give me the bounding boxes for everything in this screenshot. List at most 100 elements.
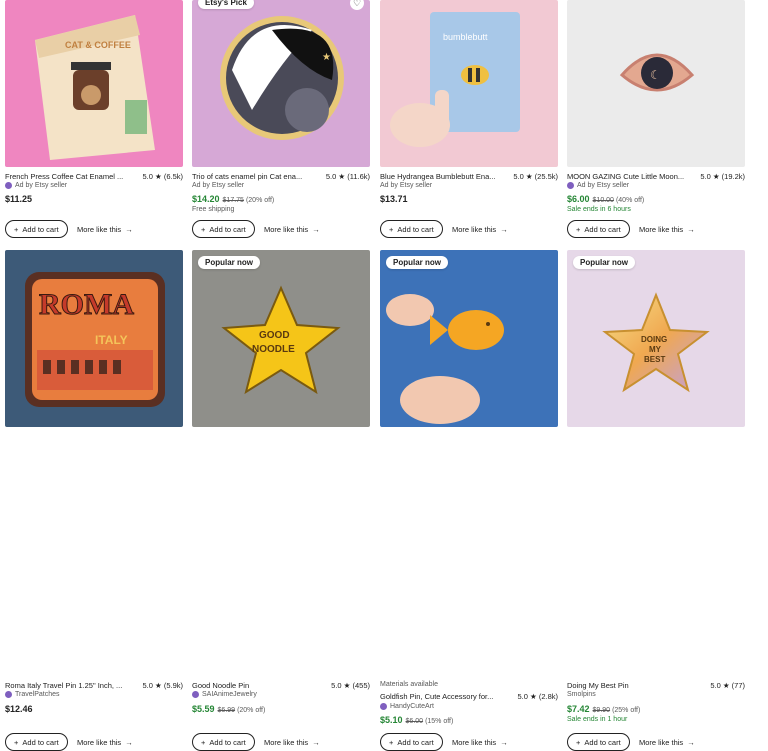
plus-icon: + <box>14 224 19 234</box>
product-image-graphic: CAT & COFFEE <box>35 15 155 160</box>
product-image[interactable]: CAT & COFFEE <box>5 0 183 167</box>
add-to-cart-button[interactable]: + Add to cart <box>192 220 255 238</box>
sale-ends-note: Sale ends in 6 hours <box>567 206 631 213</box>
product-image[interactable]: ROMA ITALY <box>5 250 183 427</box>
product-image[interactable]: Popular now <box>380 250 558 427</box>
product-image[interactable]: bumblebutt <box>380 0 558 167</box>
product-title[interactable]: Trio of cats enamel pin Cat ena... <box>192 172 302 181</box>
product-title[interactable]: Good Noodle Pin <box>192 681 249 690</box>
seller-line: Ad by Etsy seller <box>5 182 67 189</box>
rating: 5.0 ★ (11.6k) <box>325 172 370 181</box>
add-to-cart-label: Add to cart <box>22 224 59 234</box>
add-to-cart-button[interactable]: + Add to cart <box>192 733 255 751</box>
product-title[interactable]: French Press Coffee Cat Enamel ... <box>5 172 123 181</box>
product-title[interactable]: Goldfish Pin, Cute Accessory for... <box>380 692 493 701</box>
title-row: Goldfish Pin, Cute Accessory for... 5.0 … <box>380 692 558 701</box>
arrow-right-icon: → <box>500 225 508 234</box>
plus-icon: + <box>201 224 206 234</box>
product-image-graphic: ★ <box>220 16 344 140</box>
seller-name: SAIAnimeJewelry <box>202 691 257 698</box>
discount: (25% off) <box>612 707 641 714</box>
add-to-cart-label: Add to cart <box>22 737 59 747</box>
price-line: $5.10 $6.00 (15% off) <box>380 715 453 725</box>
sale-price: $6.00 <box>567 194 590 204</box>
more-like-this-label: More like this <box>264 225 309 234</box>
more-like-this-link[interactable]: More like this → <box>452 225 508 234</box>
image-caption: GOOD <box>259 330 290 341</box>
add-to-cart-label: Add to cart <box>584 737 621 747</box>
product-image-graphic: bumblebutt <box>390 12 520 147</box>
popular-now-badge: Popular now <box>573 256 635 269</box>
star-seller-icon <box>380 703 387 710</box>
more-like-this-link[interactable]: More like this → <box>452 738 508 747</box>
seller-name: Ad by Etsy seller <box>577 182 630 189</box>
image-caption-2: ITALY <box>95 333 128 347</box>
add-to-cart-label: Add to cart <box>584 224 621 234</box>
product-image-graphic: ROMA ITALY <box>25 272 165 407</box>
rating: 5.0 ★ (2.8k) <box>517 692 559 701</box>
more-like-this-link[interactable]: More like this → <box>264 225 320 234</box>
product-title[interactable]: Blue Hydrangea Bumblebutt Ena... <box>380 172 496 181</box>
product-image[interactable]: GOOD NOODLE Popular now <box>192 250 370 427</box>
product-image[interactable]: ★ Etsy's Pick ♡ <box>192 0 370 167</box>
add-to-cart-button[interactable]: + Add to cart <box>380 733 443 751</box>
rating: 5.0 ★ (455) <box>331 681 370 690</box>
seller-line: TravelPatches <box>5 691 59 698</box>
more-like-this-label: More like this <box>639 738 684 747</box>
more-like-this-label: More like this <box>77 225 122 234</box>
original-price: $6.99 <box>217 707 236 714</box>
price-line: $5.59 $6.99 (20% off) <box>192 704 265 714</box>
star-seller-icon <box>5 691 12 698</box>
title-row: Blue Hydrangea Bumblebutt Ena... 5.0 ★ (… <box>380 172 558 181</box>
product-image-graphic: GOOD NOODLE <box>221 285 341 395</box>
original-price: $6.00 <box>405 718 424 725</box>
sale-price: $5.10 <box>380 715 403 725</box>
star-seller-icon <box>192 691 199 698</box>
more-like-this-link[interactable]: More like this → <box>264 738 320 747</box>
seller-name: Ad by Etsy seller <box>15 182 68 189</box>
discount: (20% off) <box>237 707 266 714</box>
product-title[interactable]: Doing My Best Pin <box>567 681 629 690</box>
arrow-right-icon: → <box>500 738 508 747</box>
more-like-this-link[interactable]: More like this → <box>639 738 695 747</box>
discount: (40% off) <box>615 197 645 204</box>
add-to-cart-label: Add to cart <box>397 224 434 234</box>
price: $12.46 <box>5 704 33 714</box>
seller-line: SAIAnimeJewelry <box>192 691 257 698</box>
add-to-cart-button[interactable]: + Add to cart <box>5 220 68 238</box>
rating: 5.0 ★ (5.9k) <box>142 681 184 690</box>
add-to-cart-button[interactable]: + Add to cart <box>567 220 630 238</box>
product-image-graphic <box>386 294 504 424</box>
popular-now-badge: Popular now <box>386 256 448 269</box>
plus-icon: + <box>576 737 581 747</box>
product-image[interactable]: ☾ <box>567 0 745 167</box>
plus-icon: + <box>14 737 19 747</box>
original-price: $9.90 <box>592 707 611 714</box>
add-to-cart-button[interactable]: + Add to cart <box>380 220 443 238</box>
add-to-cart-button[interactable]: + Add to cart <box>5 733 68 751</box>
more-like-this-link[interactable]: More like this → <box>77 225 133 234</box>
materials-row: Materials available <box>380 681 558 688</box>
seller-line: HandyCuteArt <box>380 703 434 710</box>
more-like-this-label: More like this <box>264 738 309 747</box>
seller-line: Ad by Etsy seller <box>192 182 244 189</box>
more-like-this-link[interactable]: More like this → <box>77 738 133 747</box>
more-like-this-link[interactable]: More like this → <box>639 225 695 234</box>
add-to-cart-button[interactable]: + Add to cart <box>567 733 630 751</box>
product-title[interactable]: MOON GAZING Cute Little Moon... <box>567 172 684 181</box>
seller-line: Ad by Etsy seller <box>567 182 629 189</box>
title-row: French Press Coffee Cat Enamel ... 5.0 ★… <box>5 172 183 181</box>
arrow-right-icon: → <box>312 738 320 747</box>
product-image-graphic: ☾ <box>619 53 695 92</box>
image-caption: DOING <box>641 335 667 344</box>
original-price: $10.00 <box>592 197 614 204</box>
title-row: Doing My Best Pin 5.0 ★ (77) <box>567 681 745 690</box>
product-image[interactable]: DOING MY BEST Popular now <box>567 250 745 427</box>
title-row: Trio of cats enamel pin Cat ena... 5.0 ★… <box>192 172 370 181</box>
plus-icon: + <box>389 737 394 747</box>
title-row: Good Noodle Pin 5.0 ★ (455) <box>192 681 370 690</box>
arrow-right-icon: → <box>312 225 320 234</box>
add-to-cart-label: Add to cart <box>397 737 434 747</box>
price-line: $14.20 $17.75 (20% off) <box>192 194 274 204</box>
product-title[interactable]: Roma Italy Travel Pin 1.25" Inch, ... <box>5 681 122 690</box>
